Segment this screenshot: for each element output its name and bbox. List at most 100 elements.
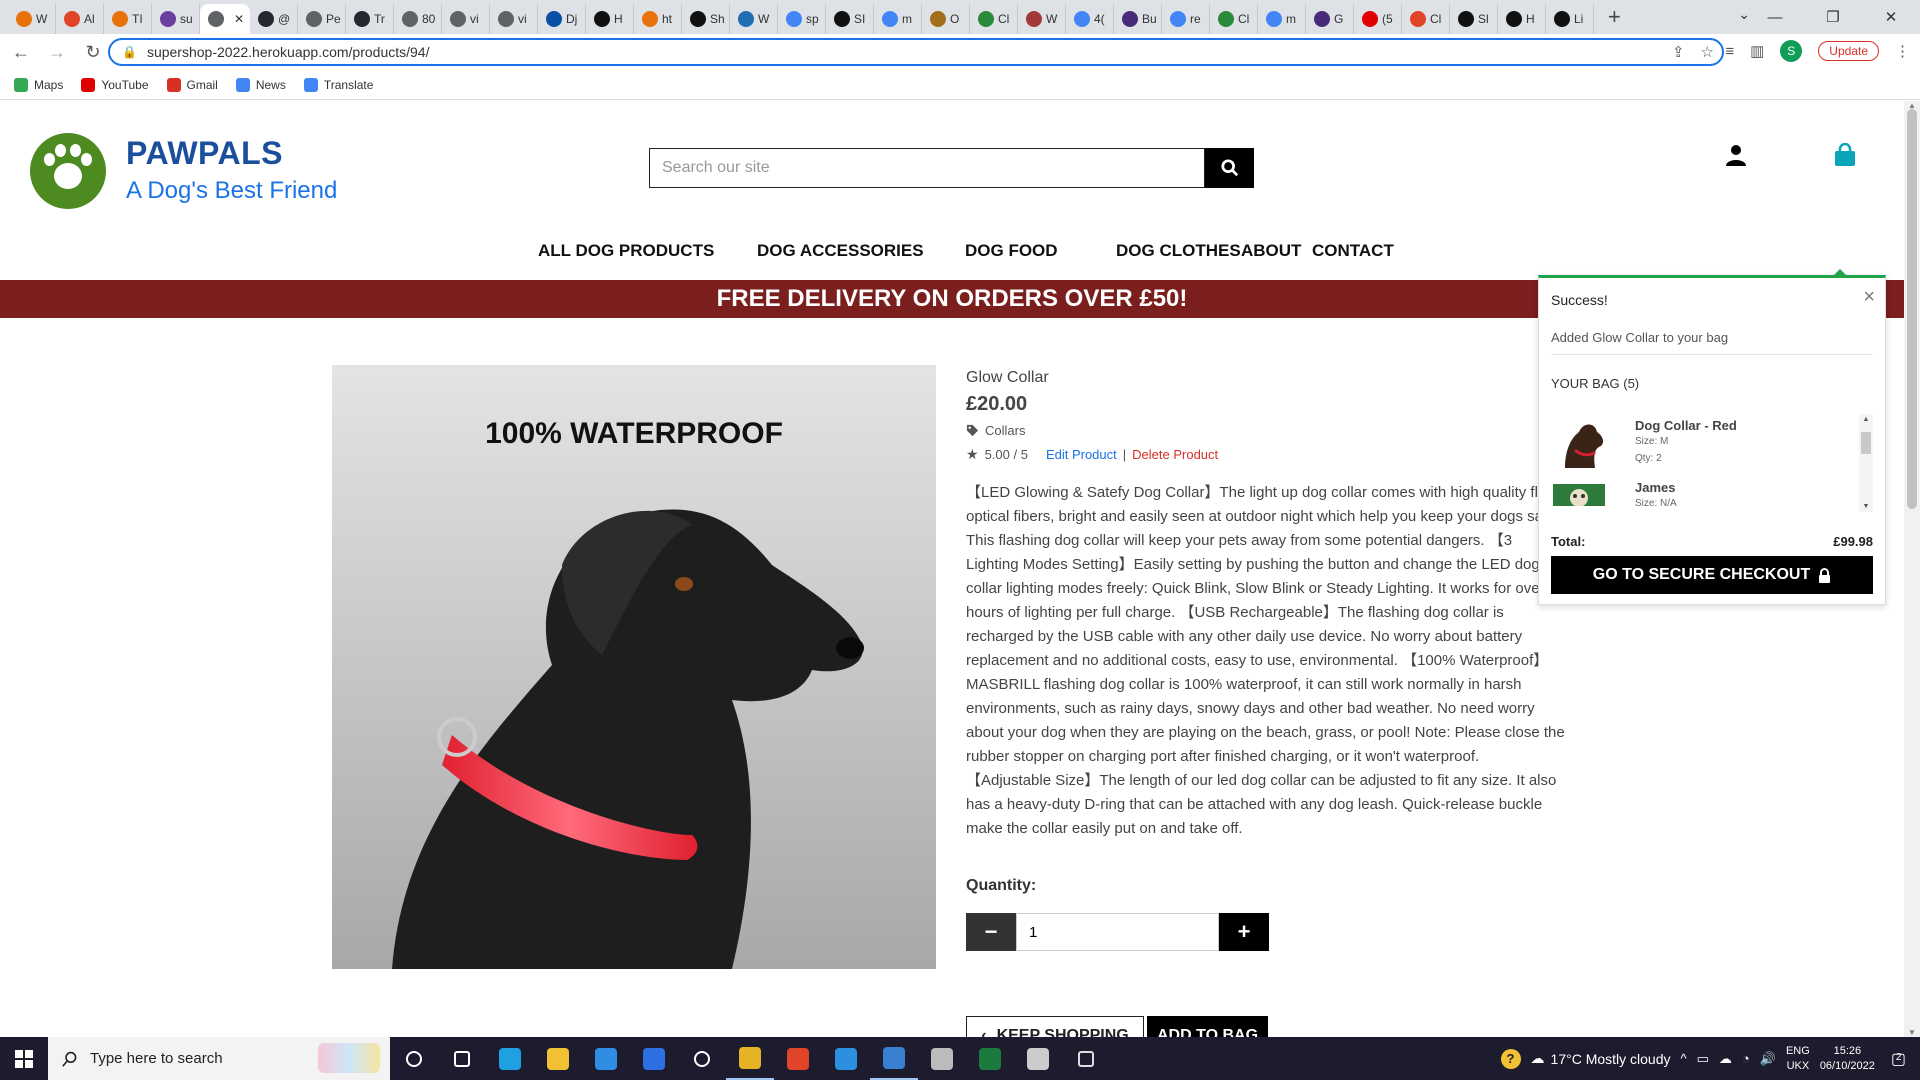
restore-button[interactable]: ❐ xyxy=(1804,0,1862,34)
brand-name[interactable]: PAWPALS xyxy=(126,135,283,172)
taskbar-app-office[interactable] xyxy=(774,1037,822,1080)
browser-tab[interactable]: 80 xyxy=(394,4,442,34)
search-button[interactable] xyxy=(1205,148,1254,188)
chevron-up-icon[interactable]: ^ xyxy=(1681,1051,1687,1066)
browser-tab[interactable]: Tr xyxy=(346,4,394,34)
browser-tab[interactable]: Li xyxy=(1546,4,1594,34)
browser-tab[interactable]: G xyxy=(1306,4,1354,34)
browser-tab[interactable]: sp xyxy=(778,4,826,34)
browser-tab[interactable]: Cl xyxy=(1210,4,1258,34)
quantity-input[interactable] xyxy=(1016,913,1219,951)
browser-tab[interactable]: TI xyxy=(104,4,152,34)
close-tab-icon[interactable]: ✕ xyxy=(234,12,244,26)
secure-checkout-button[interactable]: GO TO SECURE CHECKOUT xyxy=(1551,556,1873,594)
minimize-button[interactable]: — xyxy=(1746,0,1804,34)
browser-tab[interactable]: H xyxy=(1498,4,1546,34)
product-category[interactable]: Collars xyxy=(966,423,1025,438)
browser-tab[interactable]: H xyxy=(586,4,634,34)
scroll-up-icon[interactable]: ▲ xyxy=(1859,416,1873,423)
side-panel-icon[interactable]: ▥ xyxy=(1750,42,1764,60)
taskbar-app-settings[interactable] xyxy=(1062,1037,1110,1080)
back-icon[interactable]: ← xyxy=(6,42,36,63)
browser-tab[interactable]: O xyxy=(922,4,970,34)
taskbar-app-task-switch[interactable] xyxy=(438,1037,486,1080)
bag-item[interactable]: James Size: N/A xyxy=(1551,476,1851,506)
add-to-bag-button[interactable]: ADD TO BAG xyxy=(1147,1016,1268,1037)
profile-avatar[interactable]: S xyxy=(1780,40,1803,62)
browser-tab[interactable]: W xyxy=(8,4,56,34)
browser-tab[interactable]: Bu xyxy=(1114,4,1162,34)
browser-tab[interactable]: Pe xyxy=(298,4,346,34)
bookmark-translate[interactable]: Translate xyxy=(303,77,373,92)
bookmark-youtube[interactable]: YouTube xyxy=(81,77,149,92)
keep-shopping-button[interactable]: ‹ KEEP SHOPPING xyxy=(966,1016,1144,1037)
close-icon[interactable]: × xyxy=(1863,286,1875,309)
browser-tab[interactable]: Cl xyxy=(970,4,1018,34)
scroll-down-icon[interactable]: ▼ xyxy=(1904,1028,1920,1037)
taskbar-app-photos[interactable] xyxy=(870,1037,918,1080)
browser-tab[interactable]: m xyxy=(874,4,922,34)
browser-tab[interactable]: Dj xyxy=(538,4,586,34)
browser-tab[interactable]: Cl xyxy=(1402,4,1450,34)
bookmark-star-icon[interactable]: ☆ xyxy=(1701,43,1714,61)
taskbar-app-task-view[interactable] xyxy=(390,1037,438,1080)
delete-product-link[interactable]: Delete Product xyxy=(1132,447,1218,462)
help-icon[interactable]: ? xyxy=(1500,1048,1521,1069)
reading-list-icon[interactable]: ≡ xyxy=(1725,43,1734,60)
network-icon[interactable]: ◔ xyxy=(1742,1051,1750,1066)
bookmark-news[interactable]: News xyxy=(235,77,286,92)
bag-item[interactable]: Dog Collar - Red Size: M Qty: 2 xyxy=(1551,414,1851,474)
browser-tab[interactable]: W xyxy=(730,4,778,34)
browser-tab[interactable]: SI xyxy=(826,4,874,34)
browser-tab[interactable]: ht xyxy=(634,4,682,34)
weather-widget[interactable]: ☁ 17°C Mostly cloudy xyxy=(1531,1050,1671,1067)
taskbar-app-excel[interactable] xyxy=(966,1037,1014,1080)
close-window-button[interactable]: ✕ xyxy=(1862,0,1920,34)
browser-tab[interactable]: vi xyxy=(490,4,538,34)
nav-all-dog-products[interactable]: ALL DOG PRODUCTS xyxy=(538,241,714,261)
nav-contact[interactable]: CONTACT xyxy=(1312,241,1394,261)
reload-icon[interactable]: ↻ xyxy=(78,42,108,63)
shopping-bag-icon[interactable] xyxy=(1834,143,1856,167)
taskbar-app-paint[interactable] xyxy=(1014,1037,1062,1080)
onedrive-icon[interactable]: ☁ xyxy=(1719,1051,1732,1067)
bag-scrollbar[interactable]: ▲ ▼ xyxy=(1859,414,1873,512)
browser-tab[interactable]: m xyxy=(1258,4,1306,34)
taskbar-app-dropbox[interactable] xyxy=(630,1037,678,1080)
bookmark-gmail[interactable]: Gmail xyxy=(166,77,218,92)
taskbar-search[interactable]: Type here to search xyxy=(48,1037,390,1080)
taskbar-app-movie-maker[interactable] xyxy=(918,1037,966,1080)
forward-icon[interactable]: → xyxy=(42,42,72,63)
nav-dog-clothes[interactable]: DOG CLOTHES xyxy=(1116,241,1241,261)
taskbar-app-chrome[interactable] xyxy=(726,1037,774,1080)
battery-icon[interactable]: ▭ xyxy=(1697,1051,1709,1067)
bookmark-maps[interactable]: Maps xyxy=(14,77,63,92)
notifications-icon[interactable]: ▢ 2 xyxy=(1885,1049,1912,1069)
site-logo[interactable] xyxy=(30,133,106,209)
nav-dog-food[interactable]: DOG FOOD xyxy=(965,241,1058,261)
clock[interactable]: 15:26 06/10/2022 xyxy=(1820,1044,1875,1074)
taskbar-app-vscode[interactable] xyxy=(822,1037,870,1080)
decrement-button[interactable]: − xyxy=(966,913,1016,951)
browser-tab[interactable]: Al xyxy=(56,4,104,34)
address-bar[interactable]: 🔒 supershop-2022.herokuapp.com/products/… xyxy=(108,38,1724,66)
account-icon[interactable] xyxy=(1724,143,1748,167)
product-image[interactable]: 100% WATERPROOF xyxy=(332,365,936,969)
share-icon[interactable]: ⇪ xyxy=(1672,43,1685,61)
taskbar-app-github-desktop[interactable] xyxy=(678,1037,726,1080)
scroll-thumb[interactable] xyxy=(1907,109,1917,509)
browser-tab[interactable]: W xyxy=(1018,4,1066,34)
taskbar-app-edge[interactable] xyxy=(486,1037,534,1080)
scroll-down-icon[interactable]: ▼ xyxy=(1859,503,1873,510)
edit-product-link[interactable]: Edit Product xyxy=(1046,447,1117,462)
taskbar-app-mail[interactable] xyxy=(582,1037,630,1080)
browser-tab[interactable]: Sh xyxy=(682,4,730,34)
language-indicator[interactable]: ENG UKX xyxy=(1786,1044,1810,1074)
nav-dog-accessories[interactable]: DOG ACCESSORIES xyxy=(757,241,924,261)
browser-menu-icon[interactable]: ⋮ xyxy=(1895,42,1910,60)
volume-icon[interactable]: 🔊 xyxy=(1760,1051,1776,1067)
update-button[interactable]: Update xyxy=(1818,41,1879,61)
nav-about[interactable]: ABOUT xyxy=(1241,241,1301,261)
page-scrollbar[interactable]: ▲ ▼ xyxy=(1904,101,1920,1037)
increment-button[interactable]: + xyxy=(1219,913,1269,951)
